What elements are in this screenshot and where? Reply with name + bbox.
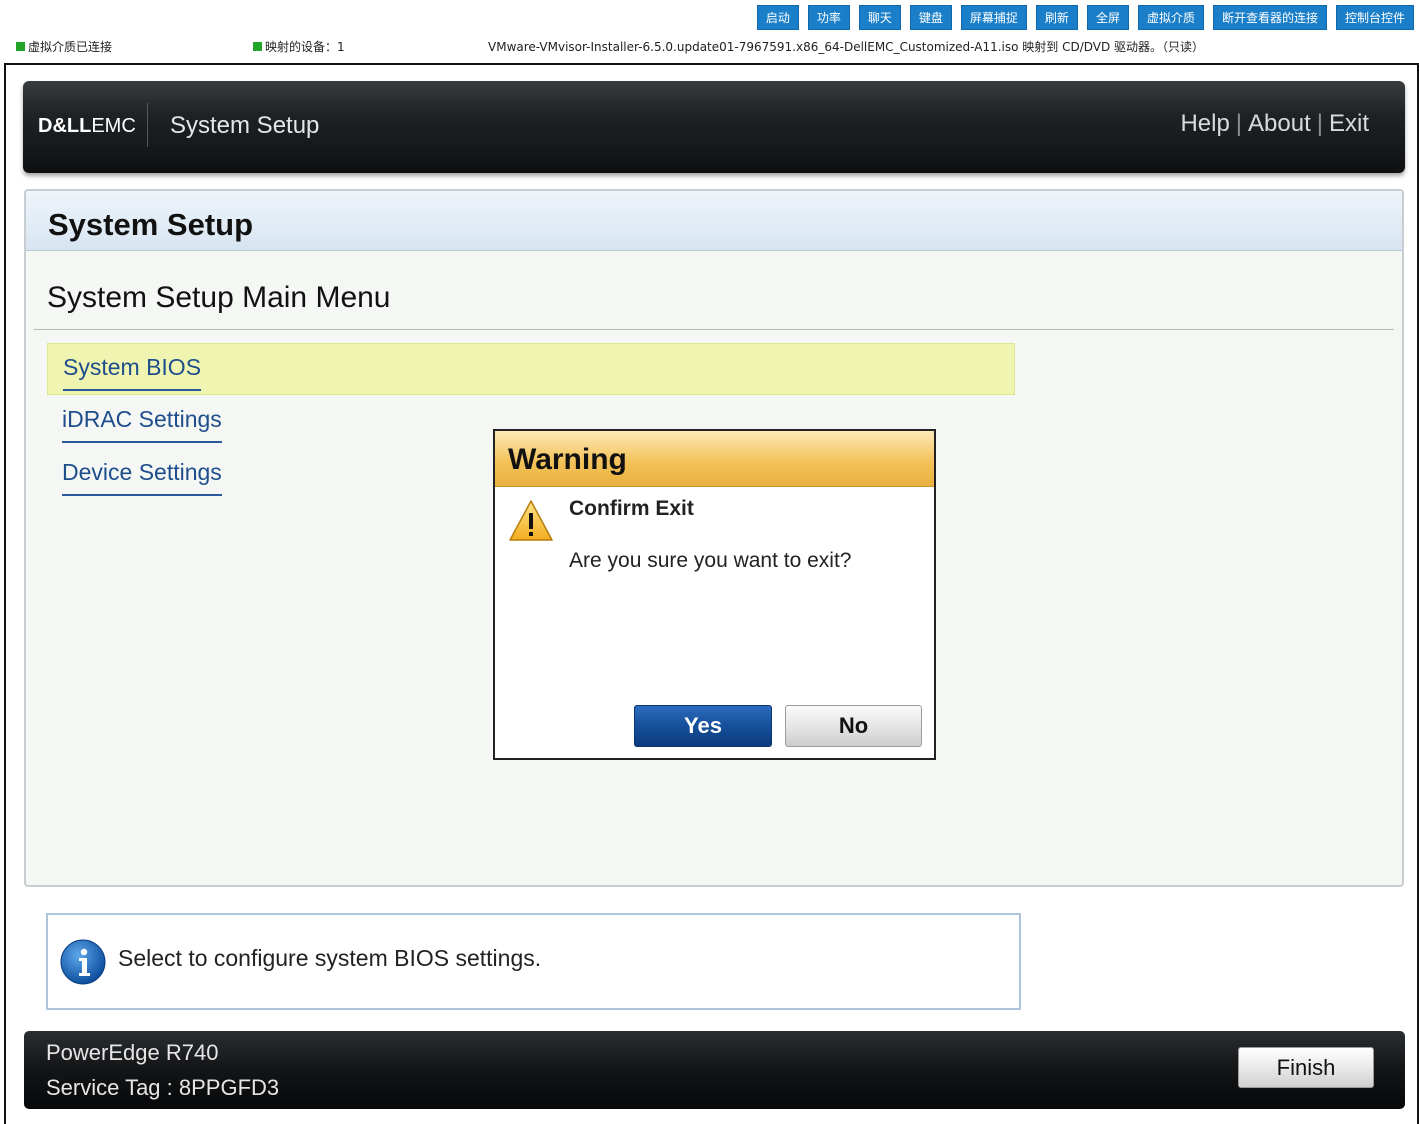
virtual-media-button[interactable]: 虚拟介质 — [1137, 5, 1204, 30]
server-model: PowerEdge R740 — [46, 1040, 219, 1065]
panel-header: System Setup — [26, 191, 1402, 251]
menu-item-device-settings[interactable]: Device Settings — [47, 449, 347, 501]
refresh-button[interactable]: 刷新 — [1035, 5, 1078, 30]
exit-link[interactable]: Exit — [1329, 110, 1369, 137]
menu-item-idrac-settings[interactable]: iDRAC Settings — [47, 396, 347, 448]
header-links: Help | About | Exit — [1180, 110, 1369, 138]
dell-emc-logo: D&LLEMC — [38, 115, 136, 137]
viewer-toolbar: 启动 功率 聊天 键盘 屏幕捕捉 刷新 全屏 虚拟介质 断开查看器的连接 控制台… — [0, 0, 1419, 62]
system-info-footer: PowerEdge R740 Service Tag : 8PPGFD3 Fin… — [24, 1031, 1405, 1109]
page-title: System Setup — [48, 207, 254, 242]
disconnect-viewer-button[interactable]: 断开查看器的连接 — [1212, 5, 1327, 30]
remote-console-screen[interactable]: D&LLEMC System Setup Help | About | Exit Sys… — [4, 63, 1419, 1124]
menu-link-device-settings[interactable]: Device Settings — [62, 459, 222, 496]
warning-icon — [509, 500, 553, 541]
link-separator: | — [1235, 110, 1243, 137]
service-tag: Service Tag : 8PPGFD3 — [46, 1075, 280, 1100]
toolbar-button-group: 启动 功率 聊天 键盘 屏幕捕捉 刷新 全屏 虚拟介质 断开查看器的连接 控制台… — [756, 5, 1414, 30]
iso-mapping-status: VMware-VMvisor-Installer-6.5.0.update01-… — [488, 40, 1205, 54]
menu-title: System Setup Main Menu — [47, 281, 391, 314]
menu-item-system-bios[interactable]: System BIOS — [47, 343, 1015, 395]
system-setup-header: D&LLEMC System Setup Help | About | Exit — [23, 81, 1405, 173]
power-button[interactable]: 功率 — [807, 5, 850, 30]
status-indicator-icon — [253, 42, 262, 51]
status-indicator-icon — [16, 42, 25, 51]
info-icon — [60, 939, 106, 985]
dialog-message: Are you sure you want to exit? — [569, 549, 852, 572]
header-title: System Setup — [170, 112, 320, 139]
console-controls-button[interactable]: 控制台控件 — [1335, 5, 1414, 30]
dialog-title: Warning — [508, 443, 627, 476]
chat-button[interactable]: 聊天 — [858, 5, 901, 30]
yes-button[interactable]: Yes — [634, 705, 772, 747]
help-text: Select to configure system BIOS settings… — [118, 945, 542, 971]
launch-button[interactable]: 启动 — [756, 5, 799, 30]
mapped-devices-text: 映射的设备：1 — [265, 40, 345, 54]
no-button[interactable]: No — [785, 705, 922, 747]
virtual-media-status: 虚拟介质已连接 — [16, 38, 112, 55]
about-link[interactable]: About — [1248, 110, 1311, 137]
link-separator: | — [1316, 110, 1323, 137]
menu-link-system-bios[interactable]: System BIOS — [63, 354, 202, 391]
logo-divider — [147, 103, 148, 147]
screen-capture-button[interactable]: 屏幕捕捉 — [960, 5, 1027, 30]
fullscreen-button[interactable]: 全屏 — [1086, 5, 1129, 30]
help-message-box: Select to configure system BIOS settings… — [46, 913, 1021, 1010]
help-link[interactable]: Help — [1180, 110, 1229, 137]
divider — [34, 329, 1394, 330]
dialog-header: Warning — [495, 431, 934, 487]
menu-link-idrac-settings[interactable]: iDRAC Settings — [62, 406, 222, 443]
virtual-media-status-text: 虚拟介质已连接 — [28, 40, 113, 54]
mapped-devices-status: 映射的设备：1 — [253, 38, 345, 55]
finish-button[interactable]: Finish — [1238, 1047, 1374, 1088]
keyboard-button[interactable]: 键盘 — [909, 5, 952, 30]
dialog-heading: Confirm Exit — [569, 497, 694, 520]
warning-dialog: Warning Confirm Exit Are you sure you wa… — [493, 429, 936, 760]
